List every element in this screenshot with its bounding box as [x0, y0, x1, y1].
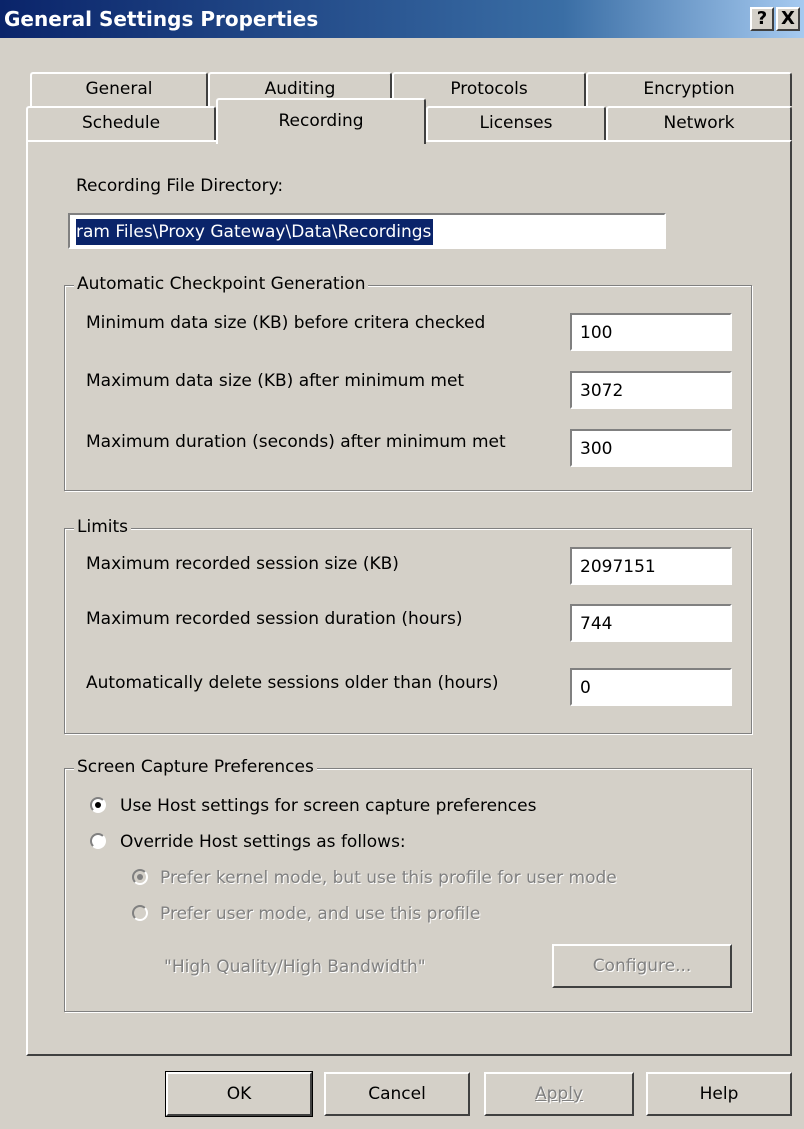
apply-label: Apply: [535, 1084, 583, 1104]
apply-button[interactable]: Apply: [484, 1072, 634, 1116]
prefer-user-label[interactable]: Prefer user mode, and use this profile: [160, 904, 480, 924]
session-duration-value: 744: [580, 614, 613, 634]
help-label: Help: [699, 1084, 739, 1104]
session-size-label: Maximum recorded session size (KB): [86, 554, 399, 574]
max-size-input[interactable]: 3072: [570, 371, 732, 409]
auto-delete-value: 0: [580, 678, 591, 698]
min-size-input[interactable]: 100: [570, 313, 732, 351]
recording-dir-label: Recording File Directory:: [76, 176, 284, 196]
recording-dir-input[interactable]: ram Files\Proxy Gateway\Data\Recordings: [68, 213, 666, 249]
max-duration-input[interactable]: 300: [570, 429, 732, 467]
configure-label: Configure...: [592, 956, 692, 976]
recording-dir-value: ram Files\Proxy Gateway\Data\Recordings: [76, 219, 434, 245]
checkpoint-group-title: Automatic Checkpoint Generation: [74, 274, 369, 294]
configure-button[interactable]: Configure...: [552, 944, 732, 988]
session-duration-label: Maximum recorded session duration (hours…: [86, 609, 463, 629]
use-host-label[interactable]: Use Host settings for screen capture pre…: [120, 796, 536, 816]
max-size-label: Maximum data size (KB) after minimum met: [86, 371, 465, 391]
profile-text: "High Quality/High Bandwidth": [164, 957, 426, 977]
capture-group-title: Screen Capture Preferences: [74, 757, 317, 777]
dialog-content: Recording File Directory: ram Files\Prox…: [0, 0, 804, 1129]
cancel-label: Cancel: [368, 1084, 426, 1104]
help-button[interactable]: Help: [646, 1072, 792, 1116]
ok-label: OK: [226, 1084, 252, 1104]
max-duration-value: 300: [580, 439, 613, 459]
ok-button[interactable]: OK: [165, 1071, 313, 1117]
session-duration-input[interactable]: 744: [570, 604, 732, 642]
min-size-value: 100: [580, 323, 613, 343]
auto-delete-label: Automatically delete sessions older than…: [86, 673, 499, 693]
limits-group-title: Limits: [74, 517, 131, 537]
max-size-value: 3072: [580, 381, 624, 401]
prefer-kernel-radio[interactable]: [132, 869, 148, 885]
prefer-user-radio[interactable]: [132, 905, 148, 921]
prefer-kernel-label[interactable]: Prefer kernel mode, but use this profile…: [160, 868, 617, 888]
radio-dot: [137, 874, 143, 880]
cancel-button[interactable]: Cancel: [324, 1072, 470, 1116]
override-label[interactable]: Override Host settings as follows:: [120, 832, 406, 852]
session-size-value: 2097151: [580, 557, 656, 577]
session-size-input[interactable]: 2097151: [570, 547, 732, 585]
radio-dot: [95, 802, 101, 808]
max-duration-label: Maximum duration (seconds) after minimum…: [86, 432, 506, 452]
use-host-radio[interactable]: [90, 797, 106, 813]
auto-delete-input[interactable]: 0: [570, 668, 732, 706]
override-radio[interactable]: [90, 833, 106, 849]
min-size-label: Minimum data size (KB) before critera ch…: [86, 313, 486, 333]
